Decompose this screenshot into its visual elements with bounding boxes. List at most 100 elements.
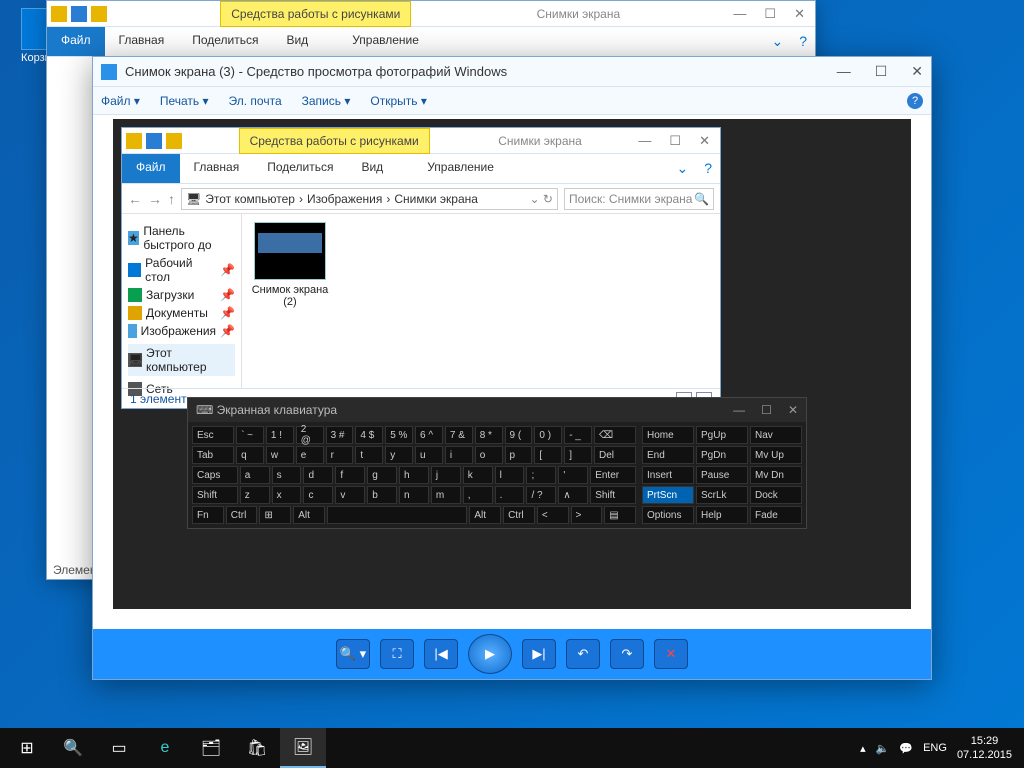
nav-downloads[interactable]: Загрузки📌 [128,286,235,304]
key-'[interactable]: ' [558,466,588,484]
key-[[interactable]: [ [534,446,562,464]
tab-manage[interactable]: Управление [322,27,449,56]
key-t[interactable]: t [355,446,383,464]
tab-view[interactable]: Вид [347,154,397,183]
tab-home[interactable]: Главная [105,27,179,56]
key-Insert[interactable]: Insert [642,466,694,484]
key-q[interactable]: q [236,446,264,464]
search-button[interactable]: 🔍 [50,728,96,768]
menu-open[interactable]: Открыть ▾ [370,94,426,108]
key-h[interactable]: h [399,466,429,484]
key-g[interactable]: g [367,466,397,484]
language-indicator[interactable]: ENG [923,742,947,754]
back-button[interactable]: ← [128,191,142,207]
key-- _[interactable]: - _ [564,426,592,444]
key-y[interactable]: y [385,446,413,464]
delete-button[interactable]: ✕ [654,639,688,669]
key-.[interactable]: . [495,486,525,504]
minimize-button[interactable]: — [638,133,651,149]
close-button[interactable]: ✕ [911,63,923,80]
tray-overflow-icon[interactable]: ▴ [860,742,866,755]
key-k[interactable]: k [463,466,493,484]
key-c[interactable]: c [303,486,333,504]
close-button[interactable]: ✕ [794,6,805,22]
search-input[interactable]: Поиск: Снимки экрана 🔍 [564,188,714,210]
key-Del[interactable]: Del [594,446,636,464]
key-ScrLk[interactable]: ScrLk [696,486,748,504]
key-p[interactable]: p [505,446,533,464]
key-Mv Dn[interactable]: Mv Dn [750,466,802,484]
key-<[interactable]: < [537,506,569,524]
key-5 %[interactable]: 5 % [385,426,413,444]
key-3 #[interactable]: 3 # [326,426,354,444]
key-2 @[interactable]: 2 @ [296,426,324,444]
start-button[interactable]: ⊞ [4,728,50,768]
key-a[interactable]: a [240,466,270,484]
maximize-button[interactable]: ☐ [669,133,681,149]
key-Esc[interactable]: Esc [192,426,234,444]
key-PgUp[interactable]: PgUp [696,426,748,444]
key-Dock[interactable]: Dock [750,486,802,504]
tab-view[interactable]: Вид [272,27,322,56]
close-button[interactable]: ✕ [699,133,710,149]
key-Options[interactable]: Options [642,506,694,524]
forward-button[interactable]: → [148,191,162,207]
menu-burn[interactable]: Запись ▾ [302,94,351,108]
nav-thispc[interactable]: 🖥Этот компьютер [128,344,235,376]
store-icon[interactable]: 🛍 [234,728,280,768]
minimize-button[interactable]: — [733,6,746,22]
key-o[interactable]: o [475,446,503,464]
key-1 ![interactable]: 1 ! [266,426,294,444]
key-4 $[interactable]: 4 $ [355,426,383,444]
key-Nav[interactable]: Nav [750,426,802,444]
key-8 *[interactable]: 8 * [475,426,503,444]
key-v[interactable]: v [335,486,365,504]
key-Alt[interactable]: Alt [469,506,501,524]
key-Fade[interactable]: Fade [750,506,802,524]
key-Fn[interactable]: Fn [192,506,224,524]
close-button[interactable]: ✕ [788,403,798,417]
nav-pictures[interactable]: Изображения📌 [128,322,235,340]
photoviewer-task-icon[interactable]: 🖼 [280,728,326,768]
key-Mv Up[interactable]: Mv Up [750,446,802,464]
minimize-button[interactable]: — [733,403,745,417]
key-Tab[interactable]: Tab [192,446,234,464]
key-z[interactable]: z [240,486,270,504]
key-f[interactable]: f [335,466,365,484]
notifications-icon[interactable]: 💬 [899,742,913,755]
key-⌫[interactable]: ⌫ [594,426,636,444]
taskview-button[interactable]: ▭ [96,728,142,768]
menu-file[interactable]: Файл ▾ [101,94,140,108]
fit-button[interactable]: ⛶ [380,639,414,669]
key-m[interactable]: m [431,486,461,504]
key-space[interactable] [327,506,467,524]
tab-manage[interactable]: Управление [397,154,524,183]
key-][interactable]: ] [564,446,592,464]
key-Ctrl[interactable]: Ctrl [226,506,258,524]
key-End[interactable]: End [642,446,694,464]
tab-share[interactable]: Поделиться [253,154,347,183]
key-PgDn[interactable]: PgDn [696,446,748,464]
file-content-area[interactable]: Снимок экрана (2) [242,214,720,388]
key-∧[interactable]: ∧ [558,486,588,504]
ribbon-expand-icon[interactable]: ⌄ [668,154,696,183]
context-tab-picture-tools[interactable]: Средства работы с рисунками [239,128,430,154]
key-r[interactable]: r [326,446,354,464]
ribbon-expand-icon[interactable]: ⌄ [763,27,791,56]
key-Home[interactable]: Home [642,426,694,444]
menu-email[interactable]: Эл. почта [229,94,282,108]
file-tab[interactable]: Файл [47,27,105,56]
tab-home[interactable]: Главная [180,154,254,183]
up-button[interactable]: ↑ [168,191,175,207]
key-PrtScn[interactable]: PrtScn [642,486,694,504]
key-▤[interactable]: ▤ [604,506,636,524]
key-Help[interactable]: Help [696,506,748,524]
key-Alt[interactable]: Alt [293,506,325,524]
key-Shift[interactable]: Shift [192,486,238,504]
rotate-ccw-button[interactable]: ↶ [566,639,600,669]
rotate-cw-button[interactable]: ↷ [610,639,644,669]
key-Enter[interactable]: Enter [590,466,636,484]
key-` ~[interactable]: ` ~ [236,426,264,444]
help-icon[interactable]: ? [696,154,720,183]
key-d[interactable]: d [303,466,333,484]
